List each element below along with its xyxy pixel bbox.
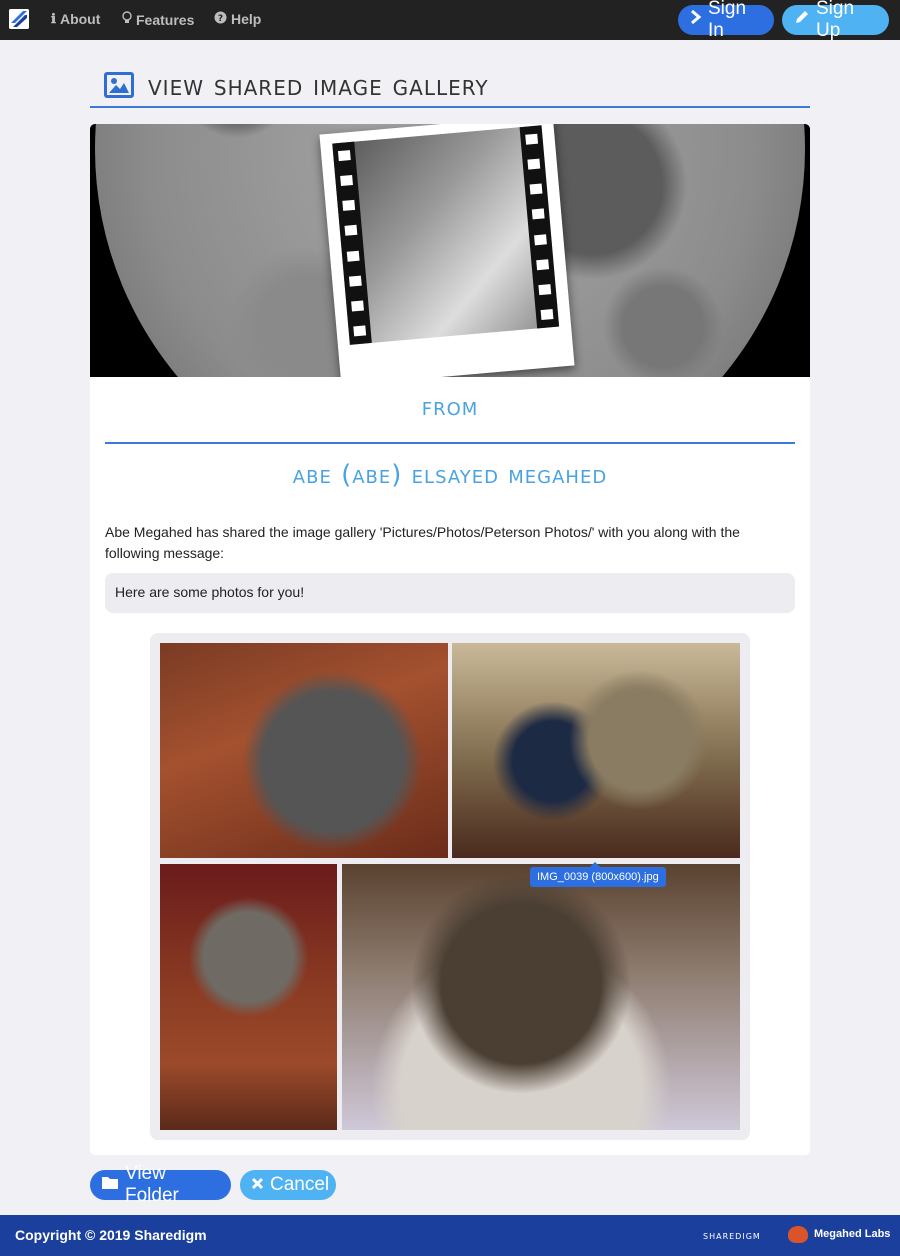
pencil-icon [794, 9, 810, 31]
share-message: Here are some photos for you! [105, 573, 795, 613]
sign-in-label: Sign In [708, 0, 747, 41]
nav-about[interactable]: ℹ About [51, 11, 100, 27]
close-icon [251, 1174, 264, 1196]
cancel-label: Cancel [270, 1174, 330, 1195]
cancel-button[interactable]: Cancel [240, 1170, 336, 1200]
copyright-text: Copyright © 2019 Sharedigm [15, 1227, 207, 1243]
gallery-photo-3[interactable] [160, 864, 337, 1130]
footer-brand[interactable]: Sharedigm [703, 1228, 761, 1242]
page-title: View Shared Image Gallery [148, 68, 489, 102]
film-strip-right [519, 125, 560, 329]
view-folder-label: View Folder [125, 1163, 179, 1206]
sign-up-button[interactable]: Sign Up [782, 0, 889, 41]
share-card: From Abe (abe) Elsayed Megahed Abe Megah… [90, 124, 810, 1155]
sign-in-button[interactable]: Sign In [678, 0, 774, 41]
nav-about-label: About [59, 11, 101, 27]
profile-polaroid [319, 124, 575, 377]
profile-photo [332, 125, 560, 345]
share-description: Abe Megahed has shared the image gallery… [105, 524, 740, 561]
info-icon: ℹ [51, 11, 56, 26]
photo-tooltip: IMG_0039 (800x600).jpg [530, 862, 666, 887]
gallery-photo-1[interactable] [160, 643, 448, 858]
gallery-photo-4[interactable] [342, 864, 740, 1130]
footer: Copyright © 2019 Sharedigm Sharedigm Meg… [0, 1215, 900, 1256]
sign-up-label: Sign Up [816, 0, 855, 41]
folder-icon [101, 1174, 119, 1196]
brand-logo-icon[interactable] [9, 9, 29, 29]
nav-features-label: Features [136, 11, 195, 28]
footer-labs[interactable]: Megahed Labs [814, 1228, 890, 1240]
share-message-text: Here are some photos for you! [115, 584, 305, 600]
gallery-photo-2[interactable] [452, 643, 740, 858]
nav-help[interactable]: ? Help [214, 11, 261, 27]
top-navbar: ℹ About Features ? Help Sign In Sign Up [0, 0, 900, 41]
view-folder-button[interactable]: View Folder [90, 1163, 231, 1206]
lightbulb-icon [122, 11, 132, 28]
image-icon [104, 72, 134, 98]
banner-image [90, 124, 810, 377]
megahed-labs-logo-icon [788, 1226, 808, 1243]
chevron-right-icon [690, 9, 702, 31]
from-label: From [421, 392, 479, 422]
page-header: View Shared Image Gallery [90, 64, 810, 108]
divider [105, 442, 795, 444]
film-strip-left [332, 141, 372, 345]
nav-features[interactable]: Features [122, 11, 194, 28]
question-circle-icon: ? [214, 11, 227, 27]
sender-name: Abe (abe) Elsayed Megahed [292, 460, 608, 490]
nav-help-label: Help [231, 11, 262, 27]
svg-text:?: ? [218, 14, 223, 24]
image-gallery: IMG_0039 (800x600).jpg [150, 633, 750, 1140]
